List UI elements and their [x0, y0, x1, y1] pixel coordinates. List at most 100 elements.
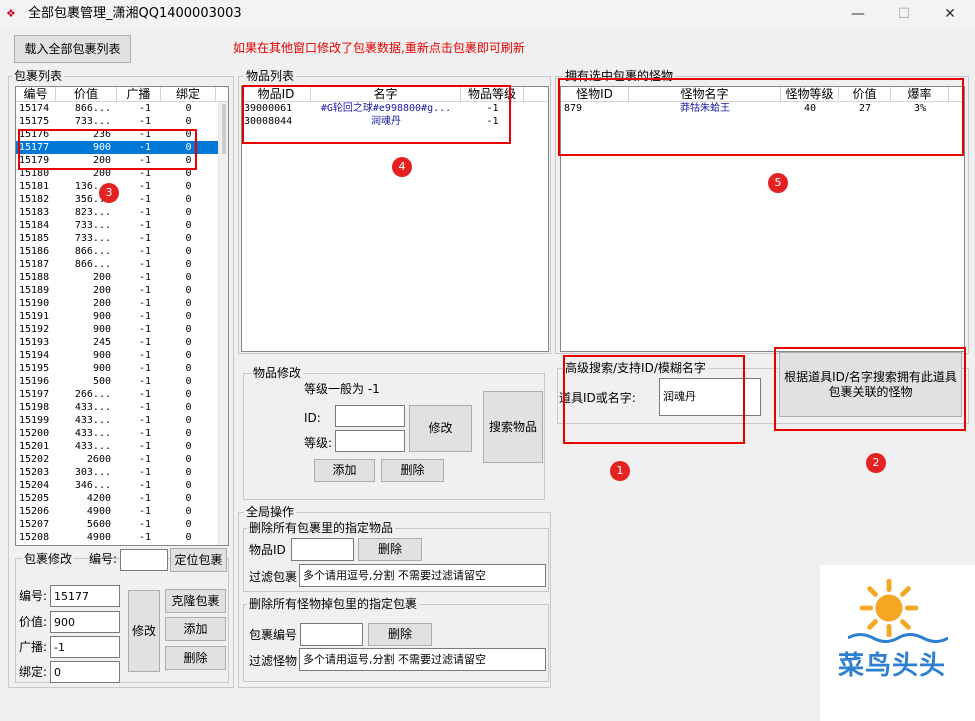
package-id-cell: 15185: [19, 233, 50, 244]
package-broadcast-cell: -1: [138, 376, 151, 387]
delete-item-button[interactable]: 删除: [381, 459, 444, 482]
package-broadcast-cell: -1: [138, 467, 151, 478]
refresh-notice: 如果在其他窗口修改了包裹数据,重新点击包裹即可刷新: [233, 41, 525, 55]
col-header-id[interactable]: 编号: [16, 87, 56, 101]
global-item-id-input[interactable]: [291, 538, 354, 561]
package-bind-cell: 0: [185, 259, 192, 270]
add-item-button[interactable]: 添加: [314, 459, 375, 482]
annotation-box-4: [242, 85, 511, 144]
add-package-button[interactable]: 添加: [165, 617, 226, 641]
list-item[interactable]: 15201 433... -1 0: [16, 440, 228, 453]
load-all-packages-button[interactable]: 载入全部包裹列表: [14, 35, 131, 63]
filter-package-input[interactable]: 多个请用逗号,分割 不需要过滤请留空: [299, 564, 546, 587]
package-bind-cell: 0: [185, 298, 192, 309]
package-bind-cell: 0: [185, 519, 192, 530]
package-bind-cell: 0: [185, 220, 192, 231]
minimize-button[interactable]: —: [835, 0, 881, 28]
locate-package-button[interactable]: 定位包裹: [170, 548, 227, 572]
list-item[interactable]: 15200 433... -1 0: [16, 427, 228, 440]
broadcast-input[interactable]: -1: [50, 636, 120, 658]
list-item[interactable]: 15187 866... -1 0: [16, 258, 228, 271]
num-input[interactable]: 15177: [50, 585, 120, 607]
bind-input[interactable]: 0: [50, 661, 120, 683]
package-bind-cell: 0: [185, 233, 192, 244]
list-item[interactable]: 15186 866... -1 0: [16, 245, 228, 258]
level-note: 等级一般为 -1: [304, 382, 380, 396]
package-broadcast-cell: -1: [138, 246, 151, 257]
item-list-title: 物品列表: [244, 69, 297, 83]
window-title: 全部包裹管理_潇湘QQ1400003003: [28, 6, 242, 21]
clone-package-button[interactable]: 克隆包裹: [165, 589, 226, 613]
package-bind-cell: 0: [185, 389, 192, 400]
list-item[interactable]: 15208 4900 -1 0: [16, 531, 228, 544]
list-item[interactable]: 15206 4900 -1 0: [16, 505, 228, 518]
filter-monster-input[interactable]: 多个请用逗号,分割 不需要过滤请留空: [299, 648, 546, 671]
delete-package-button[interactable]: 删除: [165, 646, 226, 670]
col-header-bind[interactable]: 绑定: [161, 87, 216, 101]
list-item[interactable]: 15196 500 -1 0: [16, 375, 228, 388]
maximize-button[interactable]: ☐: [881, 0, 927, 28]
package-broadcast-cell: -1: [138, 532, 151, 543]
list-item[interactable]: 15190 200 -1 0: [16, 297, 228, 310]
modify-item-button[interactable]: 修改: [409, 405, 472, 452]
modify-package-button[interactable]: 修改: [128, 590, 160, 672]
col-header-broadcast[interactable]: 广播: [117, 87, 161, 101]
col-header-value[interactable]: 价值: [56, 87, 117, 101]
list-item[interactable]: 15199 433... -1 0: [16, 414, 228, 427]
package-bind-cell: 0: [185, 246, 192, 257]
global-item-id-label: 物品ID: [249, 543, 286, 557]
package-broadcast-cell: -1: [138, 259, 151, 270]
close-button[interactable]: ✕: [927, 0, 973, 28]
item-id-input[interactable]: [335, 405, 405, 427]
list-item[interactable]: 15204 346... -1 0: [16, 479, 228, 492]
list-item[interactable]: 15194 900 -1 0: [16, 349, 228, 362]
global-ops-title: 全局操作: [244, 505, 297, 519]
num-label: 编号:: [19, 589, 48, 603]
list-item[interactable]: 15175 733... -1 0: [16, 115, 228, 128]
item-level-input[interactable]: [335, 430, 405, 452]
package-value-cell: 245: [92, 337, 111, 348]
list-item[interactable]: 15181 136... -1 0: [16, 180, 228, 193]
package-id-cell: 15187: [19, 259, 50, 270]
annotation-box-1: [563, 355, 745, 444]
global-delete-item-button[interactable]: 删除: [358, 538, 422, 561]
list-item[interactable]: 15189 200 -1 0: [16, 284, 228, 297]
package-list-scrollbar[interactable]: [218, 102, 228, 545]
search-item-button[interactable]: 搜索物品: [483, 391, 543, 463]
package-id-cell: 15183: [19, 207, 50, 218]
list-item[interactable]: 15183 823... -1 0: [16, 206, 228, 219]
locate-id-input[interactable]: [120, 549, 168, 571]
list-item[interactable]: 15195 900 -1 0: [16, 362, 228, 375]
list-item[interactable]: 15203 303... -1 0: [16, 466, 228, 479]
package-value-cell: 866...: [74, 246, 111, 257]
value-input[interactable]: 900: [50, 611, 120, 633]
package-id-cell: 15200: [19, 428, 50, 439]
list-item[interactable]: 15205 4200 -1 0: [16, 492, 228, 505]
package-value-cell: 433...: [74, 415, 111, 426]
list-item[interactable]: 15188 200 -1 0: [16, 271, 228, 284]
list-item[interactable]: 15192 900 -1 0: [16, 323, 228, 336]
list-item[interactable]: 15174 866... -1 0: [16, 102, 228, 115]
list-item[interactable]: 15207 5600 -1 0: [16, 518, 228, 531]
list-item[interactable]: 15184 733... -1 0: [16, 219, 228, 232]
package-id-cell: 15189: [19, 285, 50, 296]
package-value-cell: 866...: [74, 259, 111, 270]
list-item[interactable]: 15198 433... -1 0: [16, 401, 228, 414]
package-broadcast-cell: -1: [138, 363, 151, 374]
package-broadcast-cell: -1: [138, 298, 151, 309]
global-delete-package-button[interactable]: 删除: [368, 623, 432, 646]
scroll-thumb[interactable]: [221, 104, 226, 154]
global-package-id-input[interactable]: [300, 623, 363, 646]
package-id-cell: 15204: [19, 480, 50, 491]
package-id-cell: 15194: [19, 350, 50, 361]
package-bind-cell: 0: [185, 454, 192, 465]
list-item[interactable]: 15197 266... -1 0: [16, 388, 228, 401]
list-item[interactable]: 15202 2600 -1 0: [16, 453, 228, 466]
package-id-cell: 15201: [19, 441, 50, 452]
package-broadcast-cell: -1: [138, 337, 151, 348]
list-item[interactable]: 15193 245 -1 0: [16, 336, 228, 349]
list-item[interactable]: 15185 733... -1 0: [16, 232, 228, 245]
package-id-cell: 15181: [19, 181, 50, 192]
list-item[interactable]: 15191 900 -1 0: [16, 310, 228, 323]
list-item[interactable]: 15182 356... -1 0: [16, 193, 228, 206]
